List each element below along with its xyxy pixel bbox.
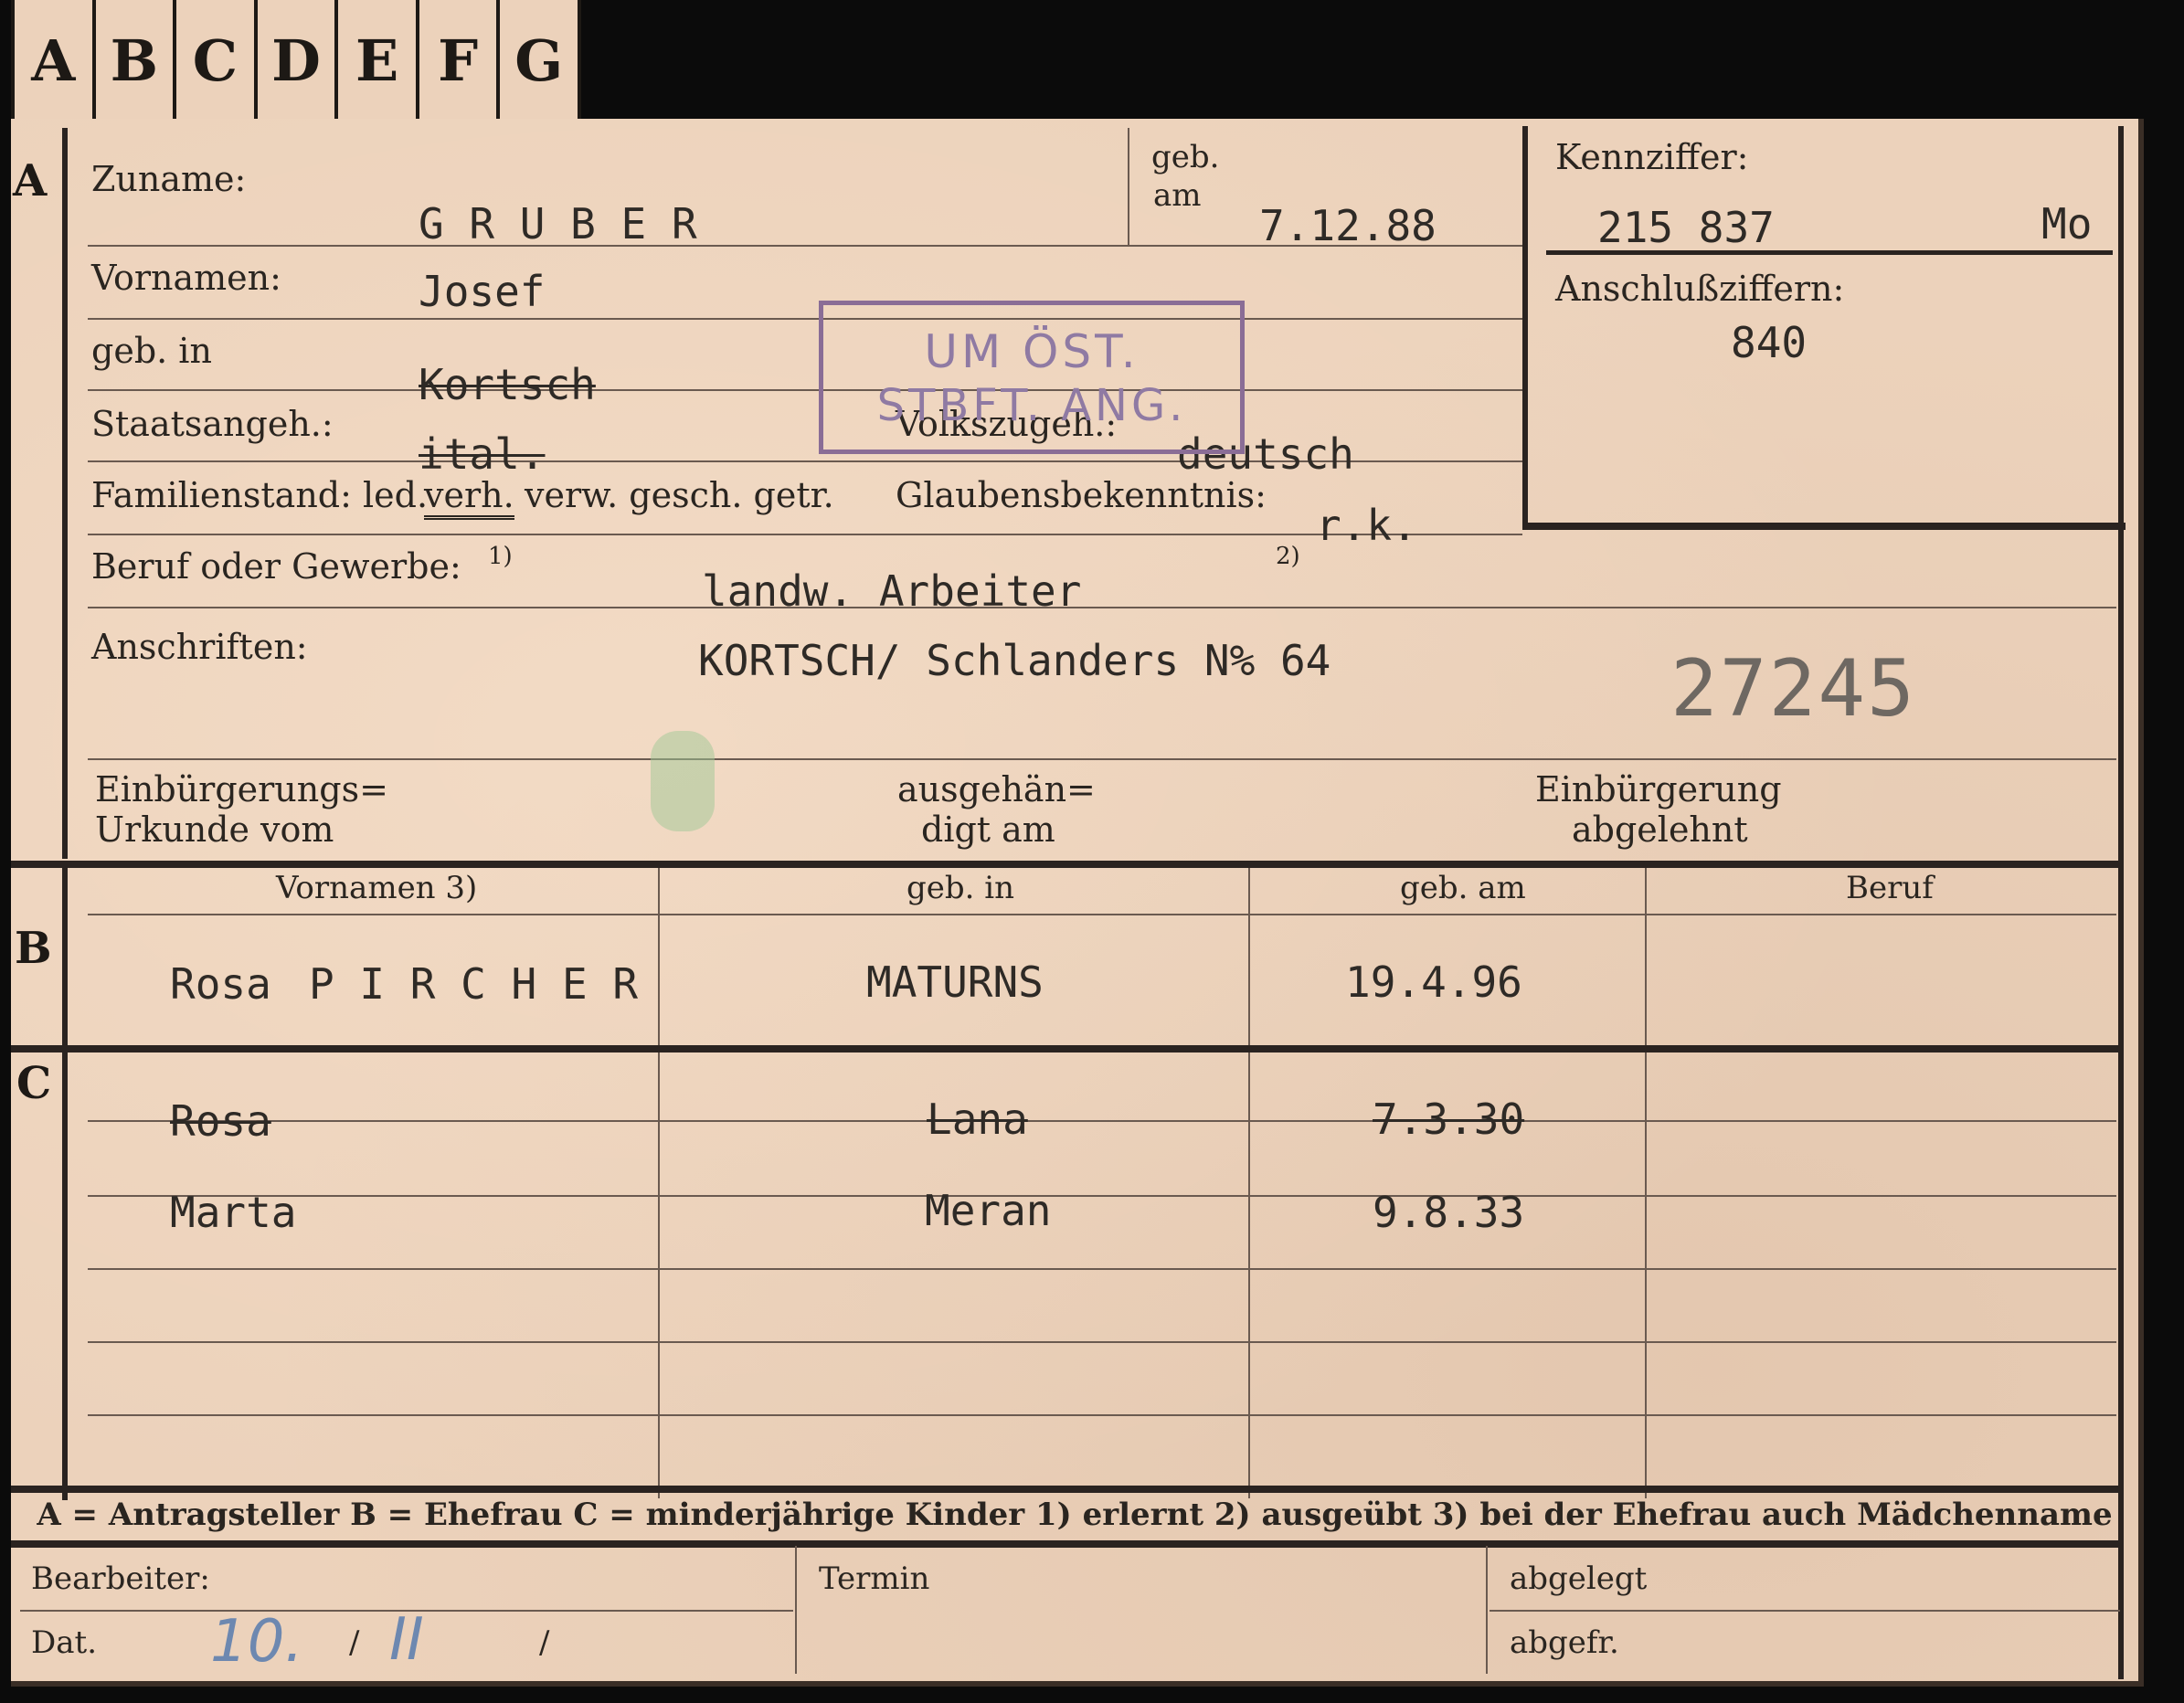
first-names-value: Josef — [419, 267, 546, 316]
clerk-label: Bearbeiter: — [31, 1560, 210, 1597]
legend: A = Antragsteller B = Ehefrau C = minder… — [37, 1497, 2113, 1533]
family-status-label: Familienstand: led. — [91, 475, 429, 515]
surname-label: Zuname: — [91, 159, 247, 199]
spouse-maiden-name: P I R C H E R — [309, 959, 639, 1009]
rule-6 — [88, 607, 2116, 608]
tab-f: F — [419, 0, 501, 121]
footer-top-border — [11, 1540, 2124, 1548]
rule-3 — [88, 389, 1522, 391]
stamp-line-2: STBFT. ANG. — [876, 380, 1187, 431]
children-rule-1 — [88, 1120, 2116, 1122]
footer-rule-right — [1490, 1610, 2120, 1612]
footnote-2: 2) — [1276, 543, 1300, 570]
spouse-header-born-on: geb. am — [1400, 870, 1526, 906]
section-b-marker: B — [15, 923, 52, 974]
spouse-born-in: MATURNS — [866, 957, 1044, 1007]
stamp-line-1: UM ÖST. — [924, 325, 1140, 378]
child-1-born-on: 7.3.30 — [1373, 1095, 1525, 1144]
connection-value: 840 — [1731, 318, 1808, 367]
ident-value: 215 837 — [1597, 203, 1775, 252]
date-day-handwritten: 10. — [210, 1608, 303, 1676]
rule-5 — [88, 534, 1522, 535]
tab-c: C — [176, 0, 258, 121]
legend-top-border — [11, 1486, 2124, 1493]
children-rule-3 — [88, 1268, 2116, 1270]
religion-value: r.k. — [1316, 501, 1417, 550]
connection-label: Anschlußziffern: — [1555, 269, 1845, 309]
tab-d: D — [258, 0, 339, 121]
naturalization-cert-label-1: Einbürgerungs= — [95, 769, 388, 809]
religion-label: Glaubensbekenntnis: — [896, 475, 1267, 515]
child-1-name: Rosa — [170, 1096, 271, 1146]
birthplace-value: Kortsch — [419, 360, 596, 409]
born-on-divider — [1128, 128, 1129, 247]
tab-e: E — [338, 0, 419, 121]
naturalization-refused-label-2: abgelehnt — [1572, 809, 1748, 850]
section-c-top-border — [11, 1045, 2124, 1052]
id-box-bottom-border — [1522, 523, 2126, 530]
handed-out-label-1: ausgehän= — [897, 769, 1096, 809]
tab-b: B — [96, 0, 177, 121]
born-on-value: 7.12.88 — [1259, 201, 1437, 250]
child-1-born-in: Lana — [927, 1095, 1028, 1144]
rule-7 — [88, 758, 2116, 760]
office-stamp: UM ÖST. STBFT. ANG. — [819, 301, 1245, 454]
record-number: 27245 — [1670, 643, 1916, 735]
spouse-born-on: 19.4.96 — [1345, 957, 1522, 1007]
registration-card: A Zuname: G R U B E R geb. am 7.12.88 Vo… — [11, 119, 2144, 1687]
card-right-border — [2118, 126, 2124, 1679]
children-rule-2 — [88, 1195, 2116, 1197]
section-a-marker: A — [13, 155, 48, 206]
section-c-marker: C — [16, 1058, 52, 1109]
id-box-left-border — [1522, 126, 1528, 528]
children-rule-5 — [88, 1414, 2116, 1416]
citizenship-value: ital. — [419, 429, 546, 479]
ident-suffix: Mo — [2041, 199, 2093, 249]
footnote-1: 1) — [488, 543, 513, 570]
footer-divider-1 — [795, 1546, 797, 1674]
date-month-handwritten: II — [389, 1606, 424, 1674]
child-2-name: Marta — [170, 1188, 297, 1237]
born-on-label-2: am — [1153, 177, 1202, 214]
spouse-header-rule — [88, 914, 2116, 915]
green-smudge — [651, 731, 715, 831]
citizenship-label: Staatsangeh.: — [91, 404, 334, 444]
spouse-header-born-in: geb. in — [906, 870, 1015, 906]
sent-label: abgefr. — [1510, 1624, 1619, 1661]
date-separator-2: / — [539, 1624, 550, 1661]
section-b-top-border — [11, 861, 2124, 868]
address-value: KORTSCH/ Schlanders N% 64 — [698, 636, 1331, 685]
naturalization-refused-label-1: Einbürgerung — [1535, 769, 1782, 809]
family-status-rest: verw. gesch. getr. — [525, 475, 834, 515]
letter-index-tabs: A B C D E F G — [11, 0, 582, 121]
deadline-label: Termin — [819, 1560, 930, 1597]
address-label: Anschriften: — [91, 627, 308, 667]
filed-label: abgelegt — [1510, 1560, 1648, 1597]
rule-2 — [88, 318, 1522, 320]
children-rule-4 — [88, 1341, 2116, 1343]
born-on-label-1: geb. — [1151, 139, 1220, 175]
footer-divider-2 — [1486, 1546, 1488, 1674]
spouse-header-names: Vornamen 3) — [276, 870, 478, 906]
child-2-born-in: Meran — [925, 1186, 1052, 1235]
spouse-first-name: Rosa — [170, 959, 271, 1009]
surname-value: G R U B E R — [419, 199, 697, 249]
handed-out-label-2: digt am — [921, 809, 1055, 850]
tab-a: A — [11, 0, 96, 121]
occupation-label: Beruf oder Gewerbe: — [91, 546, 461, 587]
occupation-value: landw. Arbeiter — [702, 566, 1082, 616]
first-names-label: Vornamen: — [91, 258, 281, 298]
date-label: Dat. — [31, 1624, 98, 1661]
tab-g: G — [500, 0, 582, 121]
date-separator-1: / — [349, 1624, 360, 1661]
section-a-bar — [62, 128, 68, 859]
spouse-header-occupation: Beruf — [1846, 870, 1934, 906]
child-2-born-on: 9.8.33 — [1373, 1188, 1525, 1237]
section-c-bar — [62, 1052, 68, 1500]
ident-label: Kennziffer: — [1555, 137, 1749, 177]
birthplace-label: geb. in — [91, 331, 212, 371]
family-status-selected: verh. — [424, 475, 514, 520]
naturalization-cert-label-2: Urkunde vom — [95, 809, 334, 850]
